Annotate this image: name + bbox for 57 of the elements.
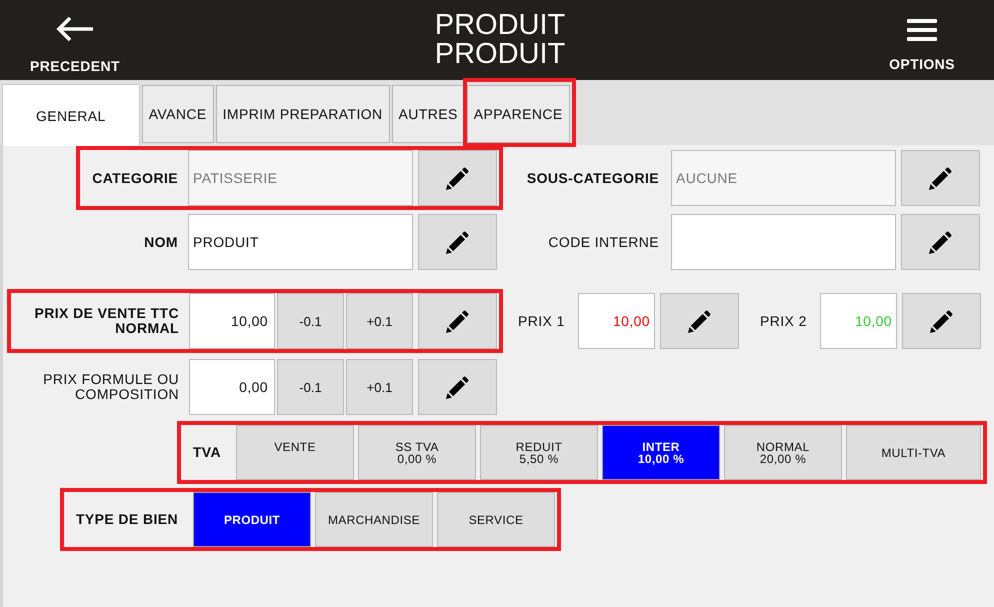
field-label: PRIX 1 (518, 313, 566, 329)
option-button[interactable]: REDUIT 5,50 % (480, 425, 598, 480)
pencil-icon (930, 310, 953, 332)
pencil-icon (446, 310, 469, 332)
tab[interactable]: AUTRES (392, 85, 465, 143)
price-field[interactable]: 0,00 (189, 359, 275, 415)
edit-button[interactable] (902, 293, 981, 349)
pencil-icon (929, 230, 952, 254)
increment-button[interactable]: +0.1 (346, 359, 413, 415)
input-field[interactable]: PATISSERIE (188, 150, 413, 206)
field-label: PRIX DE VENTE TTC NORMAL (34, 306, 179, 336)
field-label: PRIX 2 (760, 313, 808, 329)
field-label: TVA (192, 445, 221, 460)
pencil-icon (446, 230, 469, 254)
option-button[interactable]: SS TVA 0,00 % (358, 425, 476, 480)
edit-button[interactable] (901, 214, 980, 270)
tab[interactable]: APPARENCE (466, 85, 570, 143)
edit-button[interactable] (418, 359, 497, 415)
option-button[interactable]: VENTE (236, 425, 354, 480)
back-button[interactable]: PRECEDENT (0, 0, 150, 80)
page-subtitle: PRODUIT (434, 40, 566, 69)
field-label: CODE INTERNE (547, 234, 659, 250)
edit-button[interactable] (901, 150, 980, 206)
pencil-icon (688, 310, 711, 332)
options-button[interactable]: OPTIONS (850, 0, 994, 80)
field-label: CATEGORIE (92, 170, 178, 186)
menu-icon (907, 19, 937, 41)
pencil-icon (929, 166, 952, 190)
input-field[interactable]: AUCUNE (671, 150, 896, 206)
price-field[interactable]: 10,00 (189, 293, 275, 349)
edit-button[interactable] (660, 293, 739, 349)
input-field[interactable] (671, 214, 896, 270)
pencil-icon (446, 376, 469, 398)
tab[interactable]: AVANCE (142, 85, 214, 143)
pencil-icon (446, 166, 469, 190)
option-button[interactable]: MULTI-TVA (846, 425, 981, 480)
edit-button[interactable] (418, 293, 497, 349)
decrement-button[interactable]: -0.1 (277, 359, 344, 415)
field-label: SOUS-CATEGORIE (526, 170, 659, 186)
tab[interactable]: IMPRIM PREPARATION (216, 85, 390, 143)
field-label: TYPE DE BIEN (76, 512, 178, 527)
option-button[interactable]: PRODUIT (193, 492, 311, 547)
tab[interactable]: GENERAL (2, 84, 140, 146)
page-title: PRODUIT (434, 11, 566, 40)
back-arrow-icon (55, 16, 95, 42)
field-label: PRIX FORMULE OU COMPOSITION (42, 372, 179, 402)
price-field[interactable]: 10,00 (578, 293, 655, 349)
option-button[interactable]: MARCHANDISE (315, 492, 433, 547)
option-button[interactable]: INTER 10,00 % (602, 425, 720, 480)
edit-button[interactable] (418, 214, 497, 270)
option-button[interactable]: SERVICE (437, 492, 555, 547)
increment-button[interactable]: +0.1 (346, 293, 413, 349)
option-button[interactable]: NORMAL 20,00 % (724, 425, 842, 480)
decrement-button[interactable]: -0.1 (277, 293, 344, 349)
field-label: NOM (144, 234, 178, 250)
edit-button[interactable] (418, 150, 497, 206)
input-field[interactable]: PRODUIT (188, 214, 413, 270)
